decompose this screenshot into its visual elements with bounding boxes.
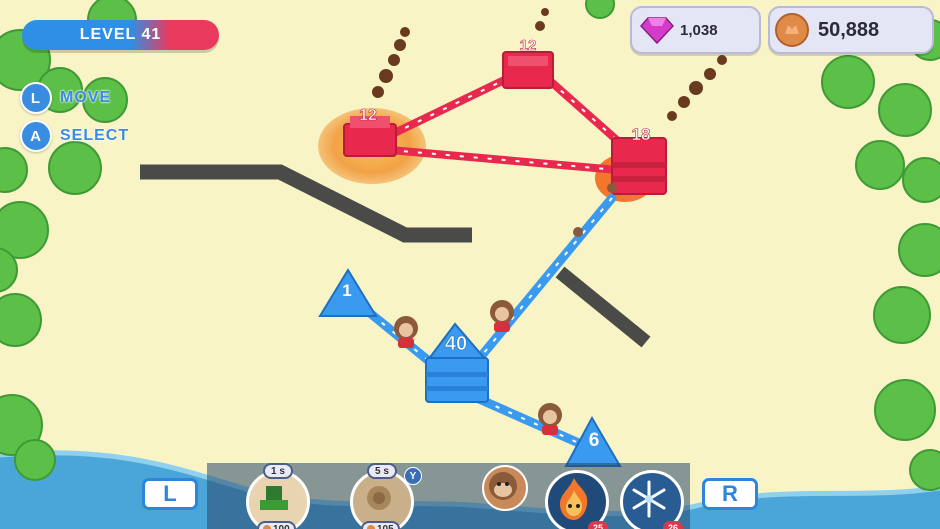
red-base-right[interactable]: 18 <box>611 125 667 195</box>
a-button-icon: A <box>20 120 52 152</box>
ability-cost-2: 105 <box>361 521 400 529</box>
coin-icon <box>367 525 375 529</box>
control-hint-select: A SELECT <box>20 120 129 152</box>
ability-slot-wall[interactable]: 1 s 100 <box>246 463 310 529</box>
gem-icon <box>640 17 674 45</box>
blue-base-center-count: 40 <box>445 333 467 355</box>
blue-base-center[interactable]: 40 <box>425 322 489 403</box>
wall-lower <box>555 266 651 348</box>
commander-avatar[interactable] <box>482 465 528 511</box>
level-text: LEVEL 41 <box>79 26 162 43</box>
l-shoulder-button[interactable]: L <box>142 478 198 510</box>
ability-timer-2: 5 s <box>367 463 397 479</box>
move-label: MOVE <box>60 89 112 106</box>
select-label: SELECT <box>60 127 130 144</box>
monkey-face-icon <box>489 472 517 500</box>
game-screen[interactable]: 12 12 18 1 40 6 LEVEL 41 L MOVE A SELECT… <box>0 0 940 529</box>
blue-base-bottom-count: 6 <box>589 430 600 451</box>
ability-timer-1: 1 s <box>263 463 293 479</box>
control-hint-move: L MOVE <box>20 82 111 114</box>
coin-icon <box>775 13 809 47</box>
r-shoulder-button[interactable]: R <box>702 478 758 510</box>
ability-cost-1: 100 <box>257 521 296 529</box>
coin-count: 50,888 <box>818 18 880 41</box>
coin-icon <box>263 525 271 529</box>
fire-icon <box>560 478 588 520</box>
l-stick-icon: L <box>20 82 52 114</box>
gem-counter[interactable]: 1,038 <box>630 6 761 54</box>
red-base-left-count: 12 <box>359 107 377 124</box>
red-base-top[interactable]: 12 <box>502 37 554 89</box>
fire-powerup-count: 25 <box>588 521 608 529</box>
trees-left <box>0 0 137 481</box>
wall-upper <box>140 164 472 243</box>
blue-base-left-count: 1 <box>342 281 351 300</box>
snowflake-icon <box>632 480 666 518</box>
level-indicator: LEVEL 41 <box>22 20 219 50</box>
battlefield[interactable]: 12 12 18 1 40 6 <box>0 0 940 529</box>
gem-count: 1,038 <box>680 21 718 39</box>
trees-right <box>585 0 940 491</box>
coin-counter[interactable]: 50,888 <box>768 6 934 54</box>
powerup-freeze[interactable]: 26 <box>620 470 684 529</box>
freeze-powerup-count: 26 <box>663 521 683 529</box>
monkey-unit-1 <box>394 316 418 348</box>
blue-base-left[interactable]: 1 <box>318 268 378 317</box>
y-button-icon: Y <box>404 467 422 485</box>
red-base-right-count: 18 <box>632 125 651 144</box>
red-base-top-count: 12 <box>520 37 537 54</box>
powerup-fire[interactable]: 25 <box>545 470 609 529</box>
